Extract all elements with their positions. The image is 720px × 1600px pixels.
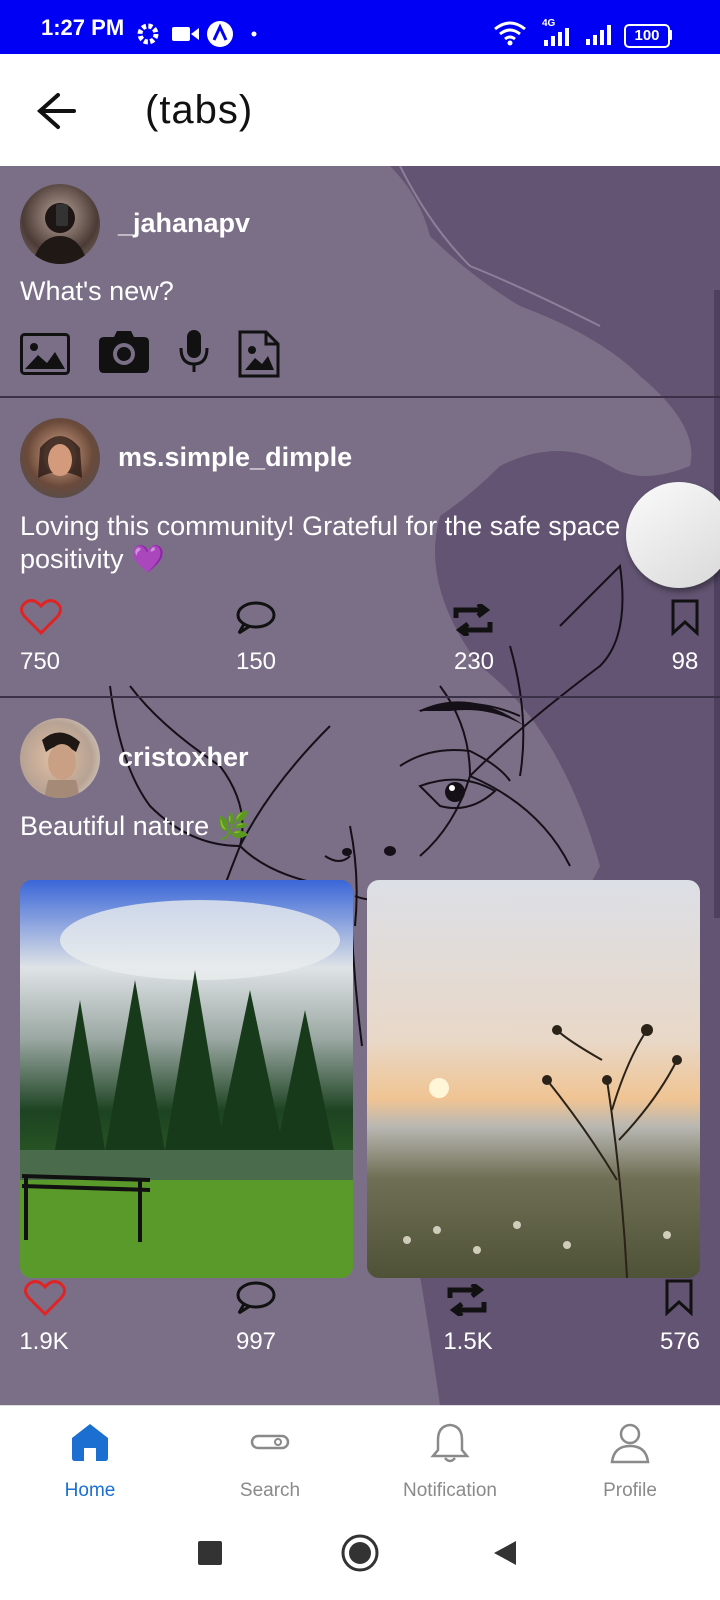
battery-tip [669, 30, 672, 40]
signal-icon-2 [586, 25, 611, 45]
bottom-nav: Home Search Notification Profile [0, 1405, 720, 1504]
tab-search[interactable]: Search [180, 1406, 360, 1504]
tab-notification[interactable]: Notification [360, 1406, 540, 1504]
avatar-photo [38, 436, 82, 478]
save-count: 576 [659, 1328, 701, 1355]
avatar-photo [32, 203, 88, 264]
bookmark-icon[interactable] [664, 1278, 694, 1316]
search-icon [250, 1434, 290, 1450]
tab-profile[interactable]: Profile [540, 1406, 720, 1504]
heart-icon[interactable] [24, 1279, 66, 1317]
dot-icon [251, 31, 257, 37]
repost-icon[interactable] [452, 604, 494, 636]
battery-icon: 100 [624, 24, 670, 48]
gear-icon [137, 23, 159, 45]
tab-home[interactable]: Home [0, 1406, 180, 1504]
wifi-icon [494, 21, 526, 46]
back-triangle-icon[interactable] [492, 1539, 518, 1567]
post-text-line-2: positivity 💜 [20, 544, 165, 574]
avatar-photo [42, 732, 80, 798]
user-icon [610, 1423, 650, 1464]
composer-input[interactable]: What's new? [20, 275, 174, 308]
tab-search-label: Search [239, 1480, 301, 1501]
divider [0, 696, 720, 698]
video-camera-icon [172, 27, 199, 41]
tab-notification-label: Notification [403, 1480, 497, 1501]
a-badge-icon [207, 21, 233, 47]
sunrise-field-image [403, 1024, 682, 1278]
comment-count: 150 [235, 648, 277, 675]
like-count: 1.9K [19, 1328, 69, 1355]
save-count: 98 [671, 648, 699, 675]
feed[interactable]: _jahanapv What's new? ms.simple_dimple L… [0, 166, 720, 1405]
signal-icon [544, 28, 569, 46]
scrollbar[interactable] [714, 290, 720, 918]
bookmark-icon[interactable] [670, 598, 700, 636]
comment-icon[interactable] [234, 1280, 276, 1316]
comment-count: 997 [235, 1328, 277, 1355]
post-username[interactable]: cristoxher [118, 742, 249, 773]
divider [0, 396, 720, 398]
microphone-icon[interactable] [178, 328, 210, 376]
tab-home-label: Home [64, 1480, 116, 1501]
home-icon [72, 1424, 108, 1461]
bell-icon [430, 1423, 470, 1463]
home-circle-icon[interactable] [340, 1533, 380, 1573]
repost-icon[interactable] [446, 1284, 488, 1316]
status-time: 1:27 PM [41, 15, 125, 40]
post-username[interactable]: ms.simple_dimple [118, 442, 352, 473]
post-image[interactable] [20, 880, 353, 1278]
system-nav-bar [0, 1503, 720, 1600]
like-count: 750 [19, 648, 61, 675]
camera-icon[interactable] [98, 328, 150, 374]
avatar[interactable] [20, 184, 100, 264]
status-bar: 1:27 PM 4G 100 [0, 0, 720, 54]
recents-square-icon[interactable] [198, 1541, 222, 1565]
arrow-left-icon[interactable] [30, 90, 82, 132]
gallery-icon[interactable] [20, 333, 70, 375]
app-bar: (tabs) [0, 54, 720, 166]
heart-icon[interactable] [20, 598, 62, 636]
image-file-icon[interactable] [238, 330, 280, 378]
comment-icon[interactable] [234, 600, 276, 636]
post-image[interactable] [367, 880, 700, 1278]
repost-count: 230 [453, 648, 495, 675]
avatar[interactable] [20, 418, 100, 498]
tab-profile-label: Profile [603, 1480, 657, 1501]
post-text: Loving this community! Grateful for the … [20, 511, 621, 541]
composer-username[interactable]: _jahanapv [118, 208, 250, 239]
avatar[interactable] [20, 718, 100, 798]
post-text: Beautiful nature 🌿 [20, 811, 251, 841]
repost-count: 1.5K [443, 1328, 493, 1355]
forest-lake-image [20, 900, 353, 1278]
page-title: (tabs) [145, 88, 254, 132]
battery-level: 100 [634, 27, 660, 44]
